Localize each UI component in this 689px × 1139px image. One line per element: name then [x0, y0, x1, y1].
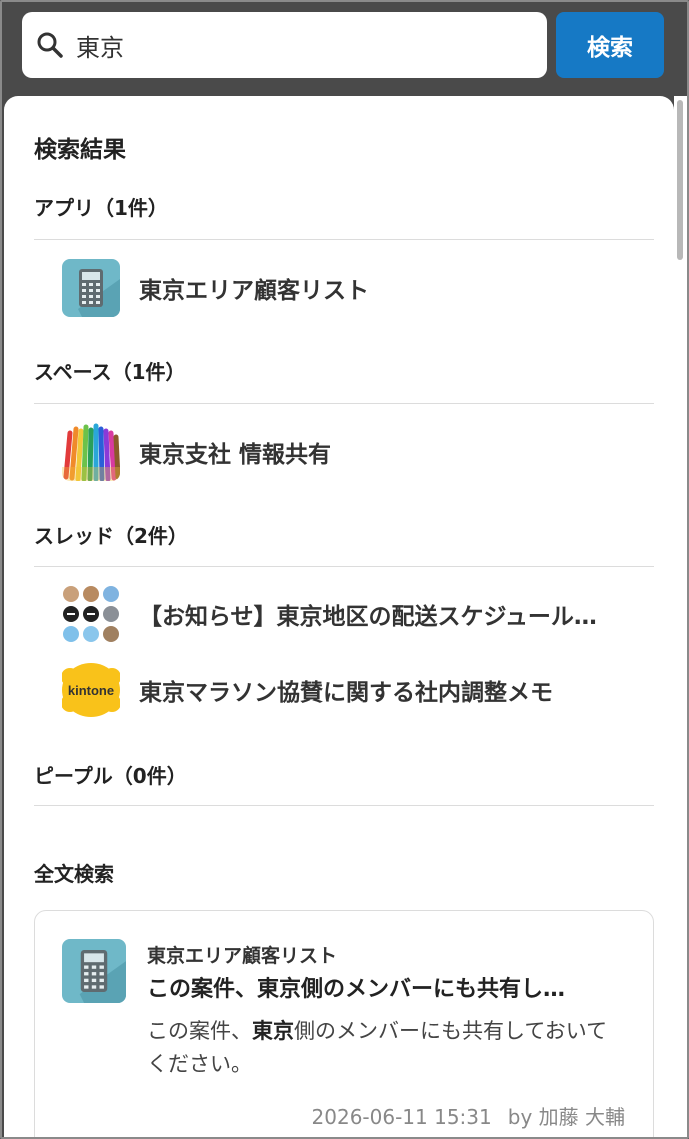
section-heading-apps: アプリ（1件） — [34, 196, 168, 220]
app-result-label: 東京エリア顧客リスト — [139, 278, 369, 304]
card-meta: 2026-06-11 15:31 by 加藤 大輔 — [312, 1101, 625, 1130]
thread-result-item[interactable]: kintone 東京マラソン協賛に関する社内調整メモ — [62, 660, 652, 720]
colored-pencils-icon — [62, 423, 120, 481]
phone-app-icon — [62, 939, 126, 1003]
card-app-name: 東京エリア顧客リスト — [147, 945, 338, 967]
card-author: by 加藤 大輔 — [507, 1105, 625, 1129]
card-timestamp: 2026-06-11 15:31 — [311, 1105, 492, 1129]
section-heading-people: ピープル（0件） — [34, 764, 187, 788]
thread-result-label: 東京マラソン協賛に関する社内調整メモ — [139, 680, 553, 706]
space-result-label: 東京支社 情報共有 — [139, 442, 332, 468]
fulltext-result-card[interactable]: 東京エリア顧客リスト この案件、東京側のメンバーにも共有し… この案件、東京側の… — [34, 910, 654, 1137]
scrollbar-thumb[interactable] — [677, 100, 683, 260]
card-body-text: この案件、 — [147, 1019, 252, 1043]
search-box[interactable] — [22, 12, 547, 78]
thread-result-item[interactable]: 【お知らせ】東京地区の配送スケジュール… — [62, 584, 652, 644]
kintone-logo-icon: kintone — [62, 661, 120, 719]
card-headline: この案件、東京側のメンバーにも共有し… — [147, 977, 566, 1002]
results-panel: 検索結果 アプリ（1件） 東京エリア顧客リスト スペース（1件） 東京支社 情報… — [4, 96, 674, 1137]
svg-text:kintone: kintone — [68, 683, 114, 698]
results-title: 検索結果 — [34, 137, 126, 163]
space-result-item[interactable]: 東京支社 情報共有 — [62, 422, 652, 482]
section-heading-spaces: スペース（1件） — [34, 360, 186, 384]
section-heading-threads: スレッド（2件） — [34, 524, 188, 548]
search-bar: 検索 — [2, 2, 687, 96]
phone-app-icon — [62, 259, 120, 317]
search-button[interactable]: 検索 — [556, 12, 664, 78]
search-icon — [37, 32, 63, 58]
thread-result-label: 【お知らせ】東京地区の配送スケジュール… — [139, 604, 597, 630]
scrollbar[interactable] — [674, 96, 687, 1137]
avatar-grid-icon — [62, 585, 120, 643]
divider — [34, 805, 654, 806]
card-body: この案件、東京側のメンバーにも共有しておいてください。 — [147, 1015, 627, 1081]
app-result-item[interactable]: 東京エリア顧客リスト — [62, 258, 652, 318]
divider — [34, 239, 654, 240]
divider — [34, 403, 654, 404]
app-frame: 検索 検索結果 アプリ（1件） — [0, 0, 689, 1139]
section-heading-fulltext: 全文検索 — [34, 862, 114, 886]
card-body-highlight: 東京 — [252, 1019, 294, 1043]
divider — [34, 566, 654, 567]
search-input[interactable] — [76, 24, 531, 66]
